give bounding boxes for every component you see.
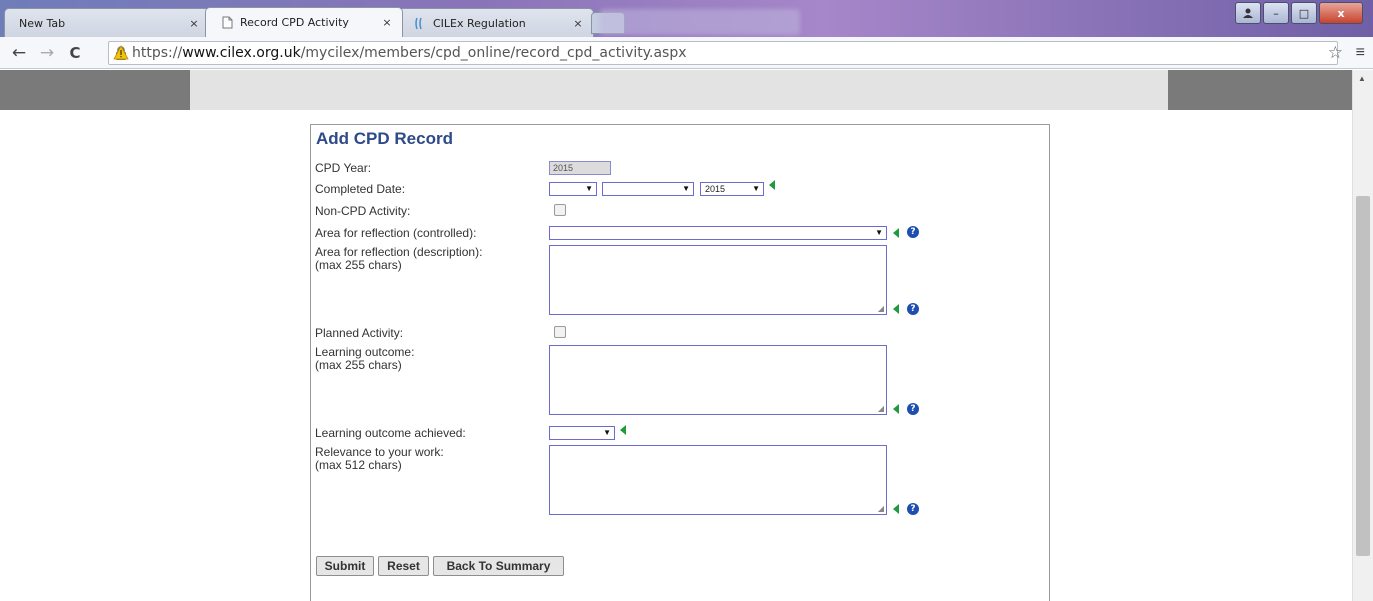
required-marker-icon (893, 228, 899, 238)
outcome-achieved-label: Learning outcome achieved: (315, 426, 466, 440)
area-description-note: (max 255 chars) (315, 258, 402, 272)
planned-activity-label: Planned Activity: (315, 326, 404, 340)
cilex-favicon-icon (413, 16, 427, 30)
resize-grip-icon[interactable]: ◢ (878, 405, 884, 413)
forward-arrow-icon[interactable]: → (36, 43, 58, 63)
page-title: Add CPD Record (316, 129, 453, 148)
area-controlled-label: Area for reflection (controlled): (315, 226, 477, 240)
resize-grip-icon[interactable]: ◢ (878, 505, 884, 513)
tab-cilex-regulation[interactable]: CILEx Regulation × (398, 8, 594, 37)
help-icon[interactable]: ? (907, 403, 919, 415)
url-scheme: https:// (132, 45, 183, 61)
tab-label: CILEx Regulation (433, 16, 526, 30)
required-marker-icon (893, 304, 899, 314)
tab-close-icon[interactable]: × (185, 17, 203, 30)
relevance-note: (max 512 chars) (315, 458, 402, 472)
required-marker-icon (893, 404, 899, 414)
planned-activity-checkbox[interactable] (554, 326, 566, 338)
outcome-achieved-select[interactable]: ▼ (549, 426, 615, 440)
required-marker-icon (620, 425, 626, 435)
vertical-scrollbar[interactable]: ▲ (1352, 70, 1373, 601)
lock-warning-icon[interactable] (113, 45, 129, 61)
dropdown-arrow-icon: ▼ (875, 228, 883, 237)
scroll-thumb[interactable] (1356, 196, 1370, 556)
blurred-background-tab (600, 9, 800, 35)
tab-close-icon[interactable]: × (378, 16, 396, 29)
help-icon[interactable]: ? (907, 303, 919, 315)
maximize-button[interactable]: □ (1291, 2, 1317, 24)
close-window-button[interactable]: x (1319, 2, 1363, 24)
reset-button[interactable]: Reset (378, 556, 429, 576)
help-icon[interactable]: ? (907, 503, 919, 515)
add-cpd-record-panel: Add CPD Record CPD Year: 2015 Completed … (310, 124, 1050, 601)
minimize-button[interactable]: – (1263, 2, 1289, 24)
back-to-summary-button[interactable]: Back To Summary (433, 556, 564, 576)
window-controls: – □ x (1235, 2, 1363, 24)
help-icon[interactable]: ? (907, 226, 919, 238)
url-host: www.cilex.org.uk (182, 45, 301, 61)
page-viewport: Add CPD Record CPD Year: 2015 Completed … (0, 70, 1352, 601)
reload-icon[interactable]: C (64, 44, 86, 62)
back-arrow-icon[interactable]: ← (8, 43, 30, 63)
tab-label: New Tab (19, 16, 66, 30)
non-cpd-activity-label: Non-CPD Activity: (315, 204, 411, 218)
document-icon (220, 16, 234, 30)
tab-record-cpd-activity[interactable]: Record CPD Activity × (205, 7, 403, 37)
completed-year-value: 2015 (705, 184, 726, 194)
required-marker-icon (893, 504, 899, 514)
submit-button[interactable]: Submit (316, 556, 374, 576)
area-description-textarea[interactable]: ◢ (549, 245, 887, 315)
completed-day-select[interactable]: ▼ (549, 182, 597, 196)
address-bar[interactable]: https://www.cilex.org.uk/mycilex/members… (108, 41, 1338, 65)
dropdown-arrow-icon: ▼ (682, 184, 690, 193)
menu-icon[interactable]: ≡ (1356, 44, 1365, 62)
dropdown-arrow-icon: ▼ (585, 184, 593, 193)
learning-outcome-textarea[interactable]: ◢ (549, 345, 887, 415)
tab-label: Record CPD Activity (240, 16, 349, 29)
url-path: /mycilex/members/cpd_online/record_cpd_a… (300, 45, 687, 61)
scroll-up-arrow-icon[interactable]: ▲ (1358, 74, 1366, 83)
dropdown-arrow-icon: ▼ (603, 428, 611, 437)
browser-toolbar: ← → C https://www.cilex.org.uk/mycilex/m… (0, 37, 1373, 69)
completed-year-select[interactable]: 2015 ▼ (700, 182, 764, 196)
completed-month-select[interactable]: ▼ (602, 182, 694, 196)
tab-new-tab[interactable]: New Tab × (4, 8, 210, 37)
dropdown-arrow-icon: ▼ (752, 184, 760, 193)
browser-titlebar: New Tab × Record CPD Activity × CILEx Re… (0, 0, 1373, 37)
completed-date-label: Completed Date: (315, 182, 406, 196)
bookmark-star-icon[interactable]: ☆ (1328, 43, 1343, 63)
content-header (190, 70, 1168, 110)
learning-outcome-note: (max 255 chars) (315, 358, 402, 372)
user-profile-icon[interactable] (1235, 2, 1261, 24)
non-cpd-activity-checkbox[interactable] (554, 204, 566, 216)
area-controlled-select[interactable]: ▼ (549, 226, 887, 240)
resize-grip-icon[interactable]: ◢ (878, 305, 884, 313)
cpd-year-label: CPD Year: (315, 161, 372, 175)
cpd-year-field: 2015 (549, 161, 611, 175)
tab-close-icon[interactable]: × (569, 17, 587, 30)
relevance-textarea[interactable]: ◢ (549, 445, 887, 515)
required-marker-icon (769, 180, 775, 190)
